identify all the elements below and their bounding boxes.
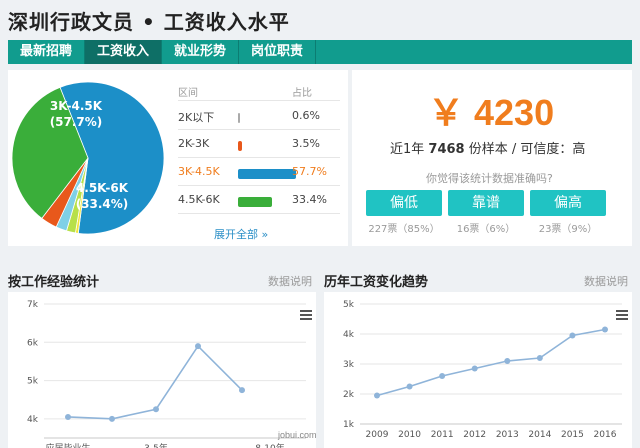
experience-section-title: 按工作经验统计: [8, 275, 100, 290]
trend-line-chart: 1k 2k 3k 4k 5k 2009 2010 2011 2012 2013 2014 2015 20…: [343, 300, 622, 440]
experience-chart-card: 4k 5k 6k 7k 应届毕业生 3-5年 8-10年 jobui.com: [8, 292, 317, 448]
tab-job-duties[interactable]: 岗位职责: [239, 40, 317, 64]
y-tick-label: 4k: [343, 330, 355, 340]
expand-all-link[interactable]: 展开全部 »: [214, 226, 268, 242]
row-range: 3K-4.5K: [178, 165, 220, 178]
vote-low-count: 227票（85%）: [368, 224, 440, 235]
data-point[interactable]: [406, 383, 413, 390]
row-share-bar: [238, 197, 272, 207]
data-point[interactable]: [439, 373, 446, 379]
x-tick-label: 2011: [431, 430, 454, 440]
x-tick-label: 8-10年: [255, 442, 284, 448]
experience-data-note-link[interactable]: 数据说明: [268, 273, 312, 289]
row-share: 0.6%: [292, 109, 320, 122]
distribution-row: 2K以下 0.6%: [178, 102, 358, 130]
x-tick-label: 2009: [366, 430, 389, 440]
distribution-row: 4.5K-6K 33.4%: [178, 186, 358, 214]
y-tick-label: 5k: [27, 377, 39, 387]
table-header-range: 区间: [178, 88, 198, 99]
accuracy-question: 你觉得该统计数据准确吗?: [426, 172, 553, 185]
distribution-row: 3K-4.5K 57.7%: [178, 158, 358, 186]
distribution-table: 区间 占比 2K以下 0.6% 2K-3K 3.5% 3K-4.5K 57.7% 4.5K-…: [178, 70, 348, 246]
row-share-bar: [238, 141, 242, 151]
salary-pie-chart: 3K-4.5K (57.7%) 4.5K-6K (33.4%): [11, 81, 165, 235]
x-tick-label: 应届毕业生: [45, 442, 90, 448]
y-tick-label: 6k: [27, 338, 39, 348]
row-share-bar: [238, 113, 240, 123]
y-tick-label: 3k: [343, 360, 355, 370]
row-range: 2K-3K: [178, 137, 210, 150]
data-point[interactable]: [65, 413, 71, 420]
row-share: 33.4%: [292, 193, 327, 206]
row-share-bar: [238, 169, 296, 179]
data-point[interactable]: [471, 365, 478, 372]
sample-suffix: 份样本 / 可信度：高: [468, 142, 586, 157]
data-point[interactable]: [109, 415, 115, 422]
pie-pct-large: (57.7%): [50, 115, 103, 129]
trend-chart-card: 1k 2k 3k 4k 5k 2009 2010 2011 2012 2013 2014 2015 20…: [324, 292, 632, 448]
sample-prefix: 近1年: [390, 142, 425, 157]
pie-label-second: 4.5K-6K: [76, 181, 129, 195]
row-share: 57.7%: [292, 165, 327, 178]
data-point[interactable]: [602, 326, 608, 333]
y-tick-label: 2k: [343, 390, 355, 400]
trend-section-title: 历年工资变化趋势: [324, 275, 429, 290]
experience-chart-menu-icon[interactable]: [300, 310, 312, 320]
tab-salary[interactable]: 工资收入: [85, 40, 163, 64]
experience-line-chart: 4k 5k 6k 7k 应届毕业生 3-5年 8-10年: [27, 300, 306, 448]
data-point[interactable]: [536, 355, 543, 361]
average-salary: ￥ 4230: [428, 92, 555, 133]
x-tick-label: 2016: [594, 430, 617, 440]
table-header-share: 占比: [292, 88, 312, 99]
x-tick-label: 2013: [496, 430, 519, 440]
distribution-card: 3K-4.5K (57.7%) 4.5K-6K (33.4%) 区间 占比 2K…: [8, 70, 348, 246]
data-point[interactable]: [504, 358, 511, 364]
y-tick-label: 7k: [27, 300, 39, 310]
data-point[interactable]: [239, 387, 245, 394]
vote-accurate-button[interactable]: 靠谱: [448, 190, 524, 216]
y-tick-label: 1k: [343, 420, 355, 430]
pie-label-large: 3K-4.5K: [50, 99, 103, 113]
x-tick-label: 2014: [528, 430, 551, 440]
data-point[interactable]: [569, 332, 576, 339]
sample-info: 近1年 7468 份样本 / 可信度：高: [390, 138, 585, 157]
trend-data-note-link[interactable]: 数据说明: [584, 273, 628, 289]
x-tick-label: 3-5年: [144, 442, 168, 448]
vote-accurate-count: 16票（6%）: [456, 224, 516, 235]
page-title: 深圳行政文员 • 工资收入水平: [8, 10, 290, 34]
data-point[interactable]: [153, 406, 159, 413]
vote-high-button[interactable]: 偏高: [530, 190, 606, 216]
pie-pct-second: (33.4%): [76, 197, 129, 211]
y-tick-label: 4k: [27, 415, 39, 425]
watermark: jobui.com: [278, 430, 317, 440]
vote-low-button[interactable]: 偏低: [366, 190, 442, 216]
data-point[interactable]: [374, 392, 380, 399]
x-tick-label: 2010: [398, 430, 421, 440]
row-range: 4.5K-6K: [178, 193, 220, 206]
x-tick-label: 2012: [463, 430, 486, 440]
y-tick-label: 5k: [343, 300, 355, 310]
tab-latest-jobs[interactable]: 最新招聘: [8, 40, 86, 64]
sample-count: 7468: [428, 142, 465, 157]
tab-employment[interactable]: 就业形势: [162, 40, 240, 64]
distribution-row: 2K-3K 3.5%: [178, 130, 358, 158]
salary-summary-card: ￥ 4230 近1年 7468 份样本 / 可信度：高 你觉得该统计数据准确吗?…: [352, 70, 632, 246]
row-share: 3.5%: [292, 137, 320, 150]
tab-bar: 最新招聘 工资收入 就业形势 岗位职责: [8, 40, 632, 64]
trend-chart-menu-icon[interactable]: [616, 310, 628, 320]
row-range: 2K以下: [178, 111, 215, 124]
data-point[interactable]: [195, 343, 201, 350]
vote-high-count: 23票（9%）: [538, 224, 598, 235]
x-tick-label: 2015: [561, 430, 584, 440]
